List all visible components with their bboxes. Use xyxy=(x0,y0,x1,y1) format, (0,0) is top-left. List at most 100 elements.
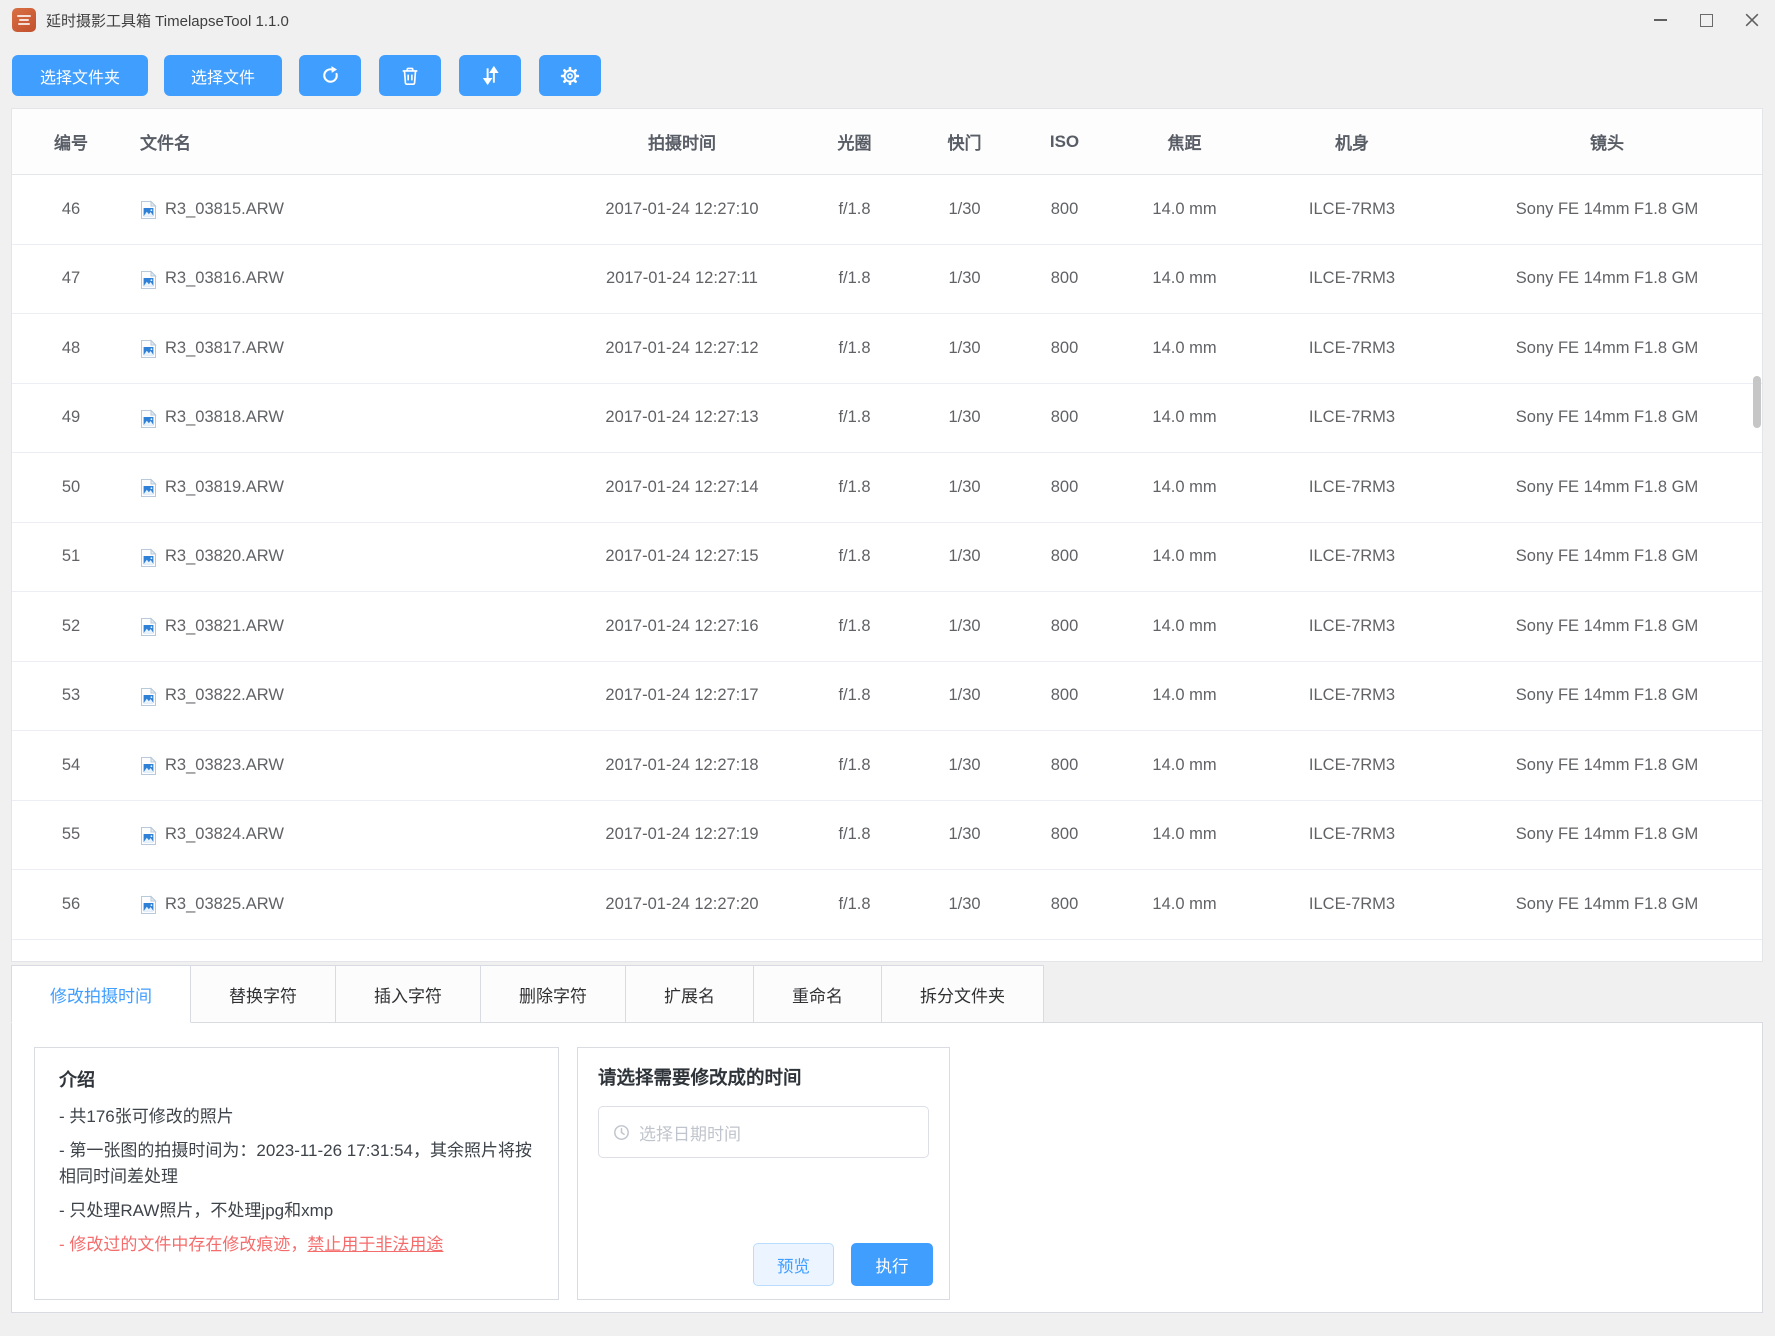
close-icon xyxy=(1745,13,1759,27)
select-folder-button[interactable]: 选择文件夹 xyxy=(12,55,148,96)
image-file-icon xyxy=(140,687,157,707)
cell-number: 50 xyxy=(12,453,112,522)
cell-number: 55 xyxy=(12,801,112,870)
table-row[interactable]: 48R3_03817.ARW2017-01-24 12:27:12f/1.81/… xyxy=(12,314,1762,384)
execute-button[interactable]: 执行 xyxy=(851,1243,933,1286)
cell-filename: R3_03815.ARW xyxy=(112,175,572,244)
column-header: 光圈 xyxy=(792,109,917,174)
minimize-button[interactable] xyxy=(1637,0,1683,40)
cell-shutter: 1/30 xyxy=(917,801,1012,870)
cell-filename: R3_03824.ARW xyxy=(112,801,572,870)
column-header: 文件名 xyxy=(112,109,572,174)
image-file-icon xyxy=(140,756,157,776)
cell-focal: 14.0 mm xyxy=(1117,453,1252,522)
cell-focal: 14.0 mm xyxy=(1117,801,1252,870)
cell-body: ILCE-7RM3 xyxy=(1252,940,1452,963)
cell-filename: R3_03816.ARW xyxy=(112,245,572,314)
tab-delete-chars[interactable]: 删除字符 xyxy=(480,965,626,1023)
cell-filename: R3_03819.ARW xyxy=(112,453,572,522)
column-header: ISO xyxy=(1012,109,1117,174)
tab-modify-capture-time[interactable]: 修改拍摄时间 xyxy=(11,965,191,1023)
cell-body: ILCE-7RM3 xyxy=(1252,592,1452,661)
cell-body: ILCE-7RM3 xyxy=(1252,175,1452,244)
intro-title: 介绍 xyxy=(59,1066,534,1092)
app-icon xyxy=(12,8,36,32)
preview-button[interactable]: 预览 xyxy=(753,1243,834,1286)
table-row[interactable]: 46R3_03815.ARW2017-01-24 12:27:10f/1.81/… xyxy=(12,175,1762,245)
table-body: 46R3_03815.ARW2017-01-24 12:27:10f/1.81/… xyxy=(12,175,1762,962)
tab-insert-chars[interactable]: 插入字符 xyxy=(335,965,481,1023)
datetime-input[interactable]: 选择日期时间 xyxy=(598,1106,929,1158)
delete-button[interactable] xyxy=(379,55,441,96)
cell-lens: Sony FE 14mm F1.8 GM xyxy=(1452,523,1762,592)
image-file-icon xyxy=(140,548,157,568)
cell-capture-time: 2017-01-24 12:27:10 xyxy=(572,175,792,244)
column-header: 镜头 xyxy=(1452,109,1762,174)
cell-number: 47 xyxy=(12,245,112,314)
cell-capture-time: 2017-01-24 12:27:18 xyxy=(572,731,792,800)
sort-button[interactable] xyxy=(459,55,521,96)
table-row[interactable]: 47R3_03816.ARW2017-01-24 12:27:11f/1.81/… xyxy=(12,245,1762,315)
cell-capture-time: 2017-01-24 12:27:21 xyxy=(572,940,792,963)
close-button[interactable] xyxy=(1729,0,1775,40)
cell-shutter: 1/30 xyxy=(917,384,1012,453)
intro-lines: - 共176张可修改的照片- 第一张图的拍摄时间为：2023-11-26 17:… xyxy=(59,1104,534,1258)
intro-box: 介绍 - 共176张可修改的照片- 第一张图的拍摄时间为：2023-11-26 … xyxy=(34,1047,559,1300)
cell-shutter: 1/30 xyxy=(917,314,1012,383)
cell-shutter: 1/30 xyxy=(917,245,1012,314)
cell-body: ILCE-7RM3 xyxy=(1252,314,1452,383)
tab-replace-chars[interactable]: 替换字符 xyxy=(190,965,336,1023)
cell-aperture: f/1.8 xyxy=(792,940,917,963)
tab-rename[interactable]: 重命名 xyxy=(753,965,882,1023)
cell-body: ILCE-7RM3 xyxy=(1252,245,1452,314)
cell-focal: 14.0 mm xyxy=(1117,245,1252,314)
cell-focal: 14.0 mm xyxy=(1117,592,1252,661)
tab-extension[interactable]: 扩展名 xyxy=(625,965,754,1023)
cell-focal: 14.0 mm xyxy=(1117,731,1252,800)
maximize-button[interactable] xyxy=(1683,0,1729,40)
cell-filename: R3_03821.ARW xyxy=(112,592,572,661)
cell-aperture: f/1.8 xyxy=(792,175,917,244)
column-header: 拍摄时间 xyxy=(572,109,792,174)
file-table: 编号文件名拍摄时间光圈快门ISO焦距机身镜头 46R3_03815.ARW201… xyxy=(11,108,1763,962)
table-row[interactable]: 56R3_03825.ARW2017-01-24 12:27:20f/1.81/… xyxy=(12,870,1762,940)
cell-number: 49 xyxy=(12,384,112,453)
cell-filename: R3_03826.ARW xyxy=(112,940,572,963)
table-row[interactable]: 53R3_03822.ARW2017-01-24 12:27:17f/1.81/… xyxy=(12,662,1762,732)
cell-body: ILCE-7RM3 xyxy=(1252,384,1452,453)
cell-iso: 800 xyxy=(1012,801,1117,870)
window-title: 延时摄影工具箱 TimelapseTool 1.1.0 xyxy=(46,10,289,31)
cell-focal: 14.0 mm xyxy=(1117,523,1252,592)
column-header: 焦距 xyxy=(1117,109,1252,174)
cell-number: 54 xyxy=(12,731,112,800)
cell-aperture: f/1.8 xyxy=(792,453,917,522)
refresh-icon xyxy=(319,64,342,87)
cell-capture-time: 2017-01-24 12:27:15 xyxy=(572,523,792,592)
vertical-scrollbar-thumb[interactable] xyxy=(1753,376,1761,428)
cell-capture-time: 2017-01-24 12:27:12 xyxy=(572,314,792,383)
time-select-title: 请选择需要修改成的时间 xyxy=(598,1064,929,1090)
cell-filename: R3_03822.ARW xyxy=(112,662,572,731)
table-row[interactable]: 55R3_03824.ARW2017-01-24 12:27:19f/1.81/… xyxy=(12,801,1762,871)
table-row[interactable]: 51R3_03820.ARW2017-01-24 12:27:15f/1.81/… xyxy=(12,523,1762,593)
cell-capture-time: 2017-01-24 12:27:17 xyxy=(572,662,792,731)
refresh-button[interactable] xyxy=(299,55,361,96)
tab-split-folder[interactable]: 拆分文件夹 xyxy=(881,965,1044,1023)
intro-line: - 第一张图的拍摄时间为：2023-11-26 17:31:54，其余照片将按相… xyxy=(59,1138,534,1190)
cell-number: 56 xyxy=(12,870,112,939)
table-row[interactable]: 52R3_03821.ARW2017-01-24 12:27:16f/1.81/… xyxy=(12,592,1762,662)
gear-icon xyxy=(559,65,581,87)
minimize-icon xyxy=(1654,19,1667,21)
table-row[interactable]: 54R3_03823.ARW2017-01-24 12:27:18f/1.81/… xyxy=(12,731,1762,801)
settings-button[interactable] xyxy=(539,55,601,96)
datetime-placeholder: 选择日期时间 xyxy=(639,1120,741,1145)
table-row[interactable]: 49R3_03818.ARW2017-01-24 12:27:13f/1.81/… xyxy=(12,384,1762,454)
cell-filename: R3_03820.ARW xyxy=(112,523,572,592)
image-file-icon xyxy=(140,617,157,637)
table-row[interactable]: 50R3_03819.ARW2017-01-24 12:27:14f/1.81/… xyxy=(12,453,1762,523)
select-file-button[interactable]: 选择文件 xyxy=(164,55,282,96)
table-row[interactable]: 57R3_03826.ARW2017-01-24 12:27:21f/1.81/… xyxy=(12,940,1762,963)
cell-number: 53 xyxy=(12,662,112,731)
cell-lens: Sony FE 14mm F1.8 GM xyxy=(1452,453,1762,522)
cell-body: ILCE-7RM3 xyxy=(1252,453,1452,522)
